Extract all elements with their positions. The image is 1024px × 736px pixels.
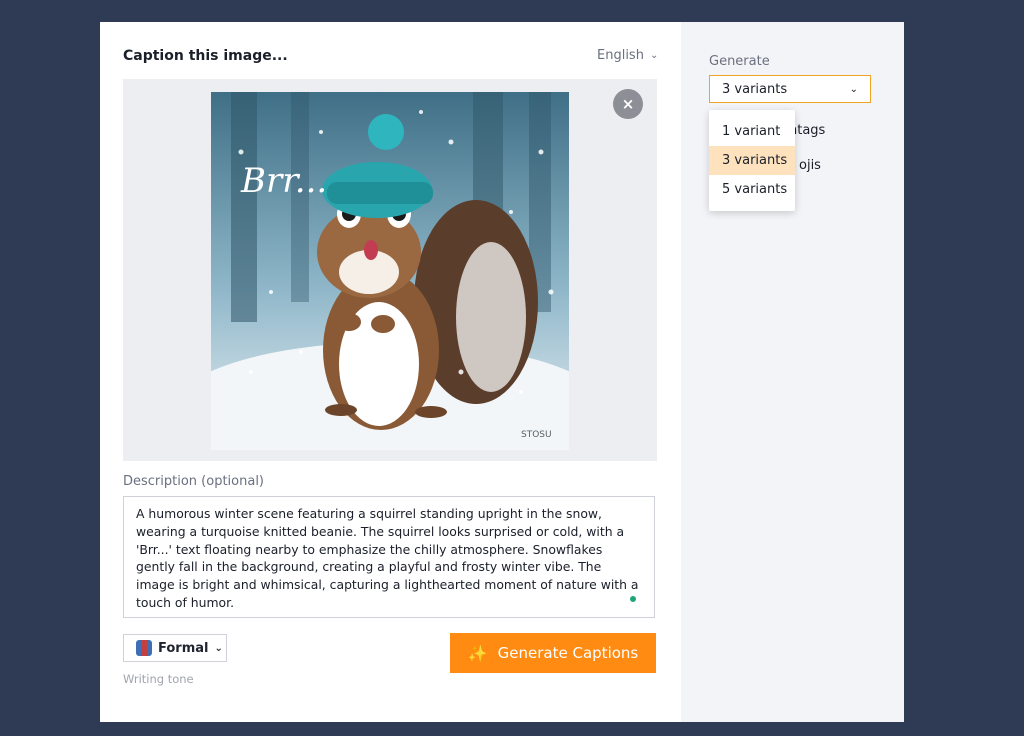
settings-panel: Generate 3 variants ⌄ htags ojis 1 varia… [681, 22, 904, 722]
variant-option-1[interactable]: 1 variant [709, 117, 795, 146]
variant-option-3[interactable]: 3 variants [709, 146, 795, 175]
generate-button-label: Generate Captions [497, 644, 639, 662]
image-signature: STOSU [521, 430, 552, 440]
suit-icon [136, 640, 152, 656]
tone-value: Formal [158, 640, 209, 656]
sparkle-icon: ✨ [467, 643, 488, 663]
squirrel-illustration: Brr... STOSU [211, 92, 569, 450]
tone-caption: Writing tone [123, 672, 194, 686]
generate-captions-button[interactable]: ✨ Generate Captions [450, 633, 656, 673]
tone-selector[interactable]: Formal ⌄ [123, 634, 227, 662]
chevron-down-icon: ⌄ [849, 83, 858, 95]
page-title: Caption this image... [123, 48, 288, 64]
description-text: A humorous winter scene featuring a squi… [136, 506, 639, 610]
language-label: English [597, 48, 644, 63]
variants-selected-value: 3 variants [722, 81, 788, 97]
description-textarea[interactable]: A humorous winter scene featuring a squi… [123, 496, 655, 618]
emojis-label: ojis [799, 158, 821, 173]
image-preview: Brr... STOSU × [123, 79, 657, 461]
language-selector[interactable]: English ⌄ [597, 48, 658, 63]
remove-image-button[interactable]: × [613, 89, 643, 119]
variants-dropdown: 1 variant 3 variants 5 variants [709, 110, 795, 211]
status-dot [630, 596, 636, 602]
description-label: Description (optional) [123, 474, 265, 489]
caption-card: Caption this image... English ⌄ Brr... S… [100, 22, 904, 722]
variants-select[interactable]: 3 variants ⌄ [709, 75, 871, 103]
uploaded-image: Brr... STOSU [211, 92, 569, 450]
image-overlay-text: Brr... [240, 161, 327, 201]
chevron-down-icon: ⌄ [649, 50, 659, 61]
close-icon: × [621, 95, 635, 113]
generate-label: Generate [709, 54, 770, 69]
caption-panel: Caption this image... English ⌄ Brr... S… [100, 22, 681, 722]
chevron-down-icon: ⌄ [214, 642, 223, 654]
variant-option-5[interactable]: 5 variants [709, 175, 795, 204]
